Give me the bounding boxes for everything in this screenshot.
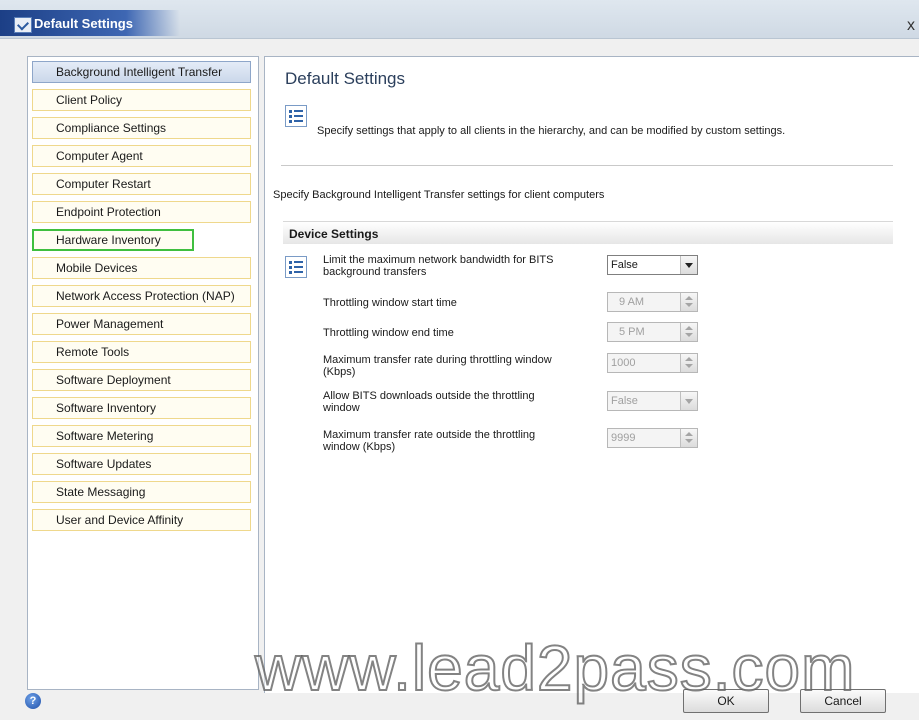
rate-outside-value: 9999 — [611, 432, 636, 444]
rate-outside-stepper[interactable]: 9999 — [607, 428, 698, 448]
help-icon[interactable]: ? — [25, 693, 41, 709]
rate-during-stepper[interactable]: 1000 — [607, 353, 698, 373]
window-title: Default Settings — [34, 16, 133, 31]
setting-icon — [285, 256, 307, 278]
nav-item-power-management[interactable]: Power Management — [32, 313, 251, 335]
page-description: Specify settings that apply to all clien… — [317, 125, 786, 137]
section-description: Specify Background Intelligent Transfer … — [273, 189, 605, 201]
device-settings-header: Device Settings — [283, 221, 893, 244]
dialog-body: Background Intelligent Transfer Client P… — [0, 39, 919, 720]
nav-item-software-deployment[interactable]: Software Deployment — [32, 369, 251, 391]
rate-during-label: Maximum transfer rate during throttling … — [323, 354, 552, 378]
chevron-down-icon[interactable] — [680, 392, 697, 410]
window-start-value: 9 AM — [619, 296, 645, 308]
nav-item-state-messaging[interactable]: State Messaging — [32, 481, 251, 503]
watermark: www.lead2pass.com — [254, 631, 856, 705]
nav-item-computer-agent[interactable]: Computer Agent — [32, 145, 251, 167]
settings-nav: Background Intelligent Transfer Client P… — [27, 56, 259, 690]
limit-bandwidth-label: Limit the maximum network bandwidth for … — [323, 254, 554, 278]
nav-item-computer-restart[interactable]: Computer Restart — [32, 173, 251, 195]
app-icon — [14, 17, 32, 33]
window-end-value: 5 PM — [619, 326, 645, 338]
rate-outside-label: Maximum transfer rate outside the thrott… — [323, 429, 536, 453]
nav-item-remote-tools[interactable]: Remote Tools — [32, 341, 251, 363]
divider — [281, 165, 893, 166]
page-title: Default Settings — [285, 69, 406, 88]
window-start-label: Throttling window start time — [323, 297, 457, 309]
nav-item-user-and-device-affinity[interactable]: User and Device Affinity — [32, 509, 251, 531]
nav-item-network-access-protection[interactable]: Network Access Protection (NAP) — [32, 285, 251, 307]
window-end-label: Throttling window end time — [323, 327, 454, 339]
close-icon[interactable]: x — [907, 18, 915, 34]
allow-outside-value: False — [611, 395, 638, 407]
limit-bandwidth-value: False — [611, 259, 638, 271]
nav-item-mobile-devices[interactable]: Mobile Devices — [32, 257, 251, 279]
spinner-icon[interactable] — [680, 429, 697, 447]
nav-item-compliance-settings[interactable]: Compliance Settings — [32, 117, 251, 139]
nav-item-software-updates[interactable]: Software Updates — [32, 453, 251, 475]
nav-item-background-intelligent-transfer[interactable]: Background Intelligent Transfer — [32, 61, 251, 83]
limit-bandwidth-select[interactable]: False — [607, 255, 698, 275]
allow-outside-select[interactable]: False — [607, 391, 698, 411]
window-start-stepper[interactable]: 9 AM — [607, 292, 698, 312]
nav-item-software-metering[interactable]: Software Metering — [32, 425, 251, 447]
settings-list-icon — [285, 105, 307, 127]
nav-item-software-inventory[interactable]: Software Inventory — [32, 397, 251, 419]
settings-content: Default Settings Specify settings that a… — [264, 56, 919, 693]
spinner-icon[interactable] — [680, 323, 697, 341]
nav-item-client-policy[interactable]: Client Policy — [32, 89, 251, 111]
spinner-icon[interactable] — [680, 293, 697, 311]
title-bar: Default Settings x — [0, 0, 919, 39]
rate-during-value: 1000 — [611, 357, 636, 369]
chevron-down-icon[interactable] — [680, 256, 697, 274]
nav-item-hardware-inventory[interactable]: Hardware Inventory — [32, 229, 194, 251]
window-end-stepper[interactable]: 5 PM — [607, 322, 698, 342]
nav-item-endpoint-protection[interactable]: Endpoint Protection — [32, 201, 251, 223]
spinner-icon[interactable] — [680, 354, 697, 372]
device-settings-title: Device Settings — [289, 227, 379, 241]
allow-outside-label: Allow BITS downloads outside the throttl… — [323, 390, 535, 414]
